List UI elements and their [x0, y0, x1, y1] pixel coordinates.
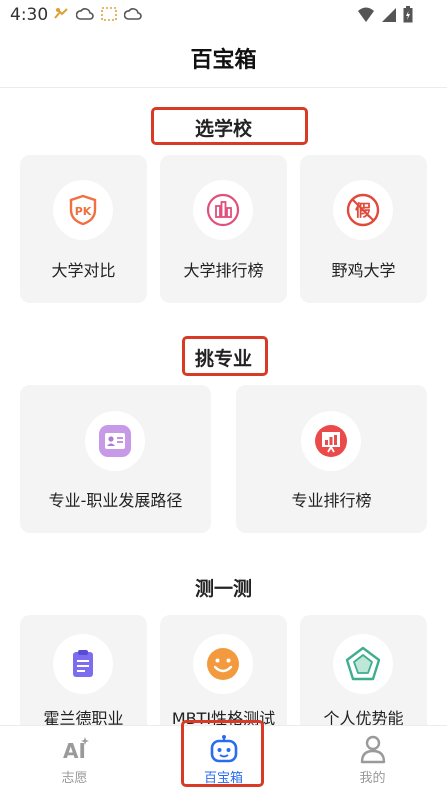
- ai-star-icon: AI: [60, 734, 90, 764]
- cloud-icon-2: [123, 6, 142, 22]
- card-university-ranking[interactable]: 大学排行榜: [160, 155, 287, 303]
- wifi-icon: [357, 7, 375, 27]
- card-label: 专业排行榜: [291, 491, 372, 510]
- bar-chart-icon: [193, 180, 253, 240]
- card-label: 大学对比: [51, 261, 116, 280]
- status-time: 4:30: [10, 5, 49, 25]
- annotation-box-school: [151, 107, 308, 145]
- card-major-career-path[interactable]: 专业-职业发展路径: [20, 385, 211, 533]
- pk-shield-icon: PK: [53, 180, 113, 240]
- cloud-icon: [75, 6, 94, 22]
- svg-text:假: 假: [355, 201, 372, 220]
- fake-stamp-icon: 假: [333, 180, 393, 240]
- tab-mine[interactable]: 我的: [298, 726, 447, 796]
- notification-icons: [52, 6, 142, 22]
- section-title-test: 测一测: [194, 578, 252, 600]
- svg-text:PK: PK: [75, 205, 92, 218]
- card-university-compare[interactable]: PK 大学对比: [20, 155, 147, 303]
- pentagon-radar-icon: [333, 634, 393, 694]
- smiley-icon: [193, 634, 253, 694]
- card-fake-university[interactable]: 假 野鸡大学: [300, 155, 427, 303]
- card-label: 专业-职业发展路径: [48, 491, 183, 510]
- title-bar: 百宝箱: [0, 32, 447, 88]
- grid-notification-icon: [100, 6, 118, 22]
- annotation-box-major: [182, 336, 268, 376]
- ranking-board-icon: [301, 411, 361, 471]
- id-card-icon: [85, 411, 145, 471]
- annotation-box-toolbox-tab: [181, 720, 264, 787]
- tab-volunteer[interactable]: AI 志愿: [0, 726, 149, 796]
- tab-label: 志愿: [61, 771, 88, 786]
- card-major-ranking[interactable]: 专业排行榜: [236, 385, 427, 533]
- system-icons: [357, 6, 413, 27]
- battery-icon: [403, 6, 413, 27]
- tab-label: 我的: [359, 771, 386, 786]
- page-title: 百宝箱: [190, 48, 257, 73]
- svg-text:AI: AI: [63, 739, 86, 763]
- clipboard-icon: [53, 634, 113, 694]
- person-icon: [358, 734, 388, 764]
- signal-icon: [381, 7, 397, 27]
- card-label: 野鸡大学: [331, 261, 396, 280]
- tool-notification-icon: [52, 6, 70, 22]
- status-bar: 4:30: [0, 0, 447, 32]
- card-label: 大学排行榜: [183, 261, 264, 280]
